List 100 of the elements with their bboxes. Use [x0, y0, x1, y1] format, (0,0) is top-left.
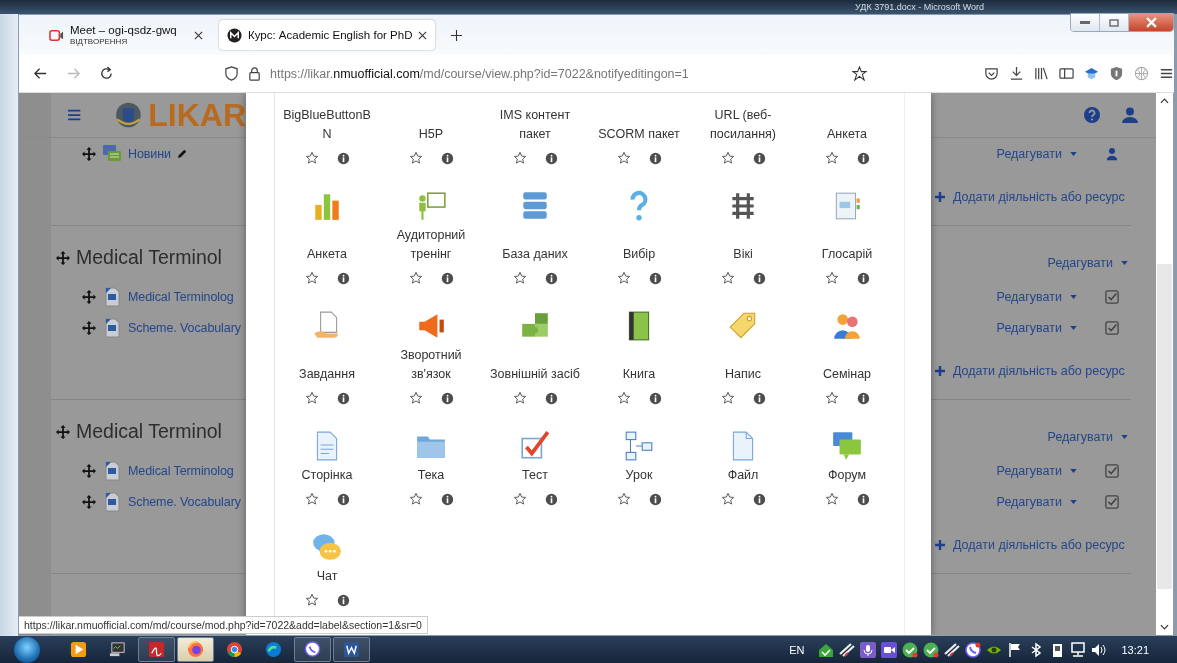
info-icon[interactable]: [752, 391, 766, 405]
person-icon[interactable]: [1105, 146, 1119, 161]
menu-icon[interactable]: [1159, 66, 1174, 81]
activity-type-name[interactable]: Аудиторний тренінг: [381, 222, 481, 264]
info-icon[interactable]: [440, 492, 454, 506]
info-icon[interactable]: [336, 593, 350, 607]
phone-bubble-icon[interactable]: [965, 641, 982, 658]
info-icon[interactable]: [336, 151, 350, 165]
activity-type-name[interactable]: Семінар: [797, 361, 897, 384]
star-icon[interactable]: [408, 271, 423, 285]
star-icon[interactable]: [720, 391, 735, 405]
activity-type-name[interactable]: Тест: [485, 462, 585, 485]
star-icon[interactable]: [512, 151, 527, 165]
cable-icon[interactable]: [944, 641, 961, 658]
info-icon[interactable]: [336, 492, 350, 506]
download-icon[interactable]: [1009, 66, 1024, 81]
info-icon[interactable]: [440, 271, 454, 285]
check-circle-icon[interactable]: [923, 641, 940, 658]
star-icon[interactable]: [824, 391, 839, 405]
scroll-down-icon[interactable]: [1160, 624, 1169, 630]
info-icon[interactable]: [648, 492, 662, 506]
info-icon[interactable]: [856, 151, 870, 165]
activity-type-name[interactable]: Зовнішній засіб: [485, 361, 585, 384]
info-icon[interactable]: [544, 492, 558, 506]
info-icon[interactable]: [544, 151, 558, 165]
info-icon[interactable]: [648, 151, 662, 165]
activity-type-name[interactable]: URL (веб-посилання): [693, 102, 793, 144]
activity-type-name[interactable]: Вибір: [589, 241, 689, 264]
star-icon[interactable]: [824, 492, 839, 506]
help-icon[interactable]: [1084, 107, 1100, 123]
minimize-button[interactable]: [1071, 14, 1100, 31]
browser-tab[interactable]: Курс: Academic English for PhD: [219, 20, 435, 50]
star-icon[interactable]: [616, 271, 631, 285]
activity-type-name[interactable]: Файл: [693, 462, 793, 485]
maximize-button[interactable]: [1100, 14, 1129, 31]
star-icon[interactable]: [304, 492, 319, 506]
info-icon[interactable]: [752, 271, 766, 285]
graduation-cap-icon[interactable]: [1084, 66, 1099, 81]
info-icon[interactable]: [440, 391, 454, 405]
star-icon[interactable]: [304, 151, 319, 165]
checkbox[interactable]: [1105, 320, 1119, 335]
star-icon[interactable]: [616, 151, 631, 165]
check-circle-icon[interactable]: [902, 641, 919, 658]
close-button[interactable]: [1129, 14, 1173, 31]
activity-type-name[interactable]: BigBlueButtonB N: [277, 102, 377, 144]
close-icon[interactable]: [194, 30, 203, 40]
star-icon[interactable]: [616, 492, 631, 506]
move-icon[interactable]: [82, 289, 96, 304]
taskbar-app[interactable]: [138, 637, 175, 662]
browser-tab[interactable]: Meet – ogi-qsdz-gwq ВІДТВОРЕННЯ: [41, 20, 211, 50]
activity-type-name[interactable]: Урок: [589, 462, 689, 485]
activity-type-name[interactable]: Книга: [589, 361, 689, 384]
star-icon[interactable]: [408, 492, 423, 506]
activity-type-name[interactable]: SCORM пакет: [589, 121, 689, 144]
cable-icon[interactable]: [839, 641, 856, 658]
checkbox[interactable]: [1105, 494, 1119, 509]
reload-icon[interactable]: [99, 66, 114, 81]
pocket-icon[interactable]: [984, 66, 999, 81]
pencil-icon[interactable]: [176, 148, 188, 159]
info-icon[interactable]: [336, 271, 350, 285]
info-icon[interactable]: [856, 391, 870, 405]
activity-type-name[interactable]: Завдання: [277, 361, 377, 384]
star-icon[interactable]: [408, 391, 423, 405]
activity-type-name[interactable]: База даних: [485, 241, 585, 264]
info-icon[interactable]: [648, 271, 662, 285]
star-icon[interactable]: [304, 271, 319, 285]
info-icon[interactable]: [440, 151, 454, 165]
checkbox[interactable]: [1105, 463, 1119, 478]
activity-type-name[interactable]: IMS контент пакет: [485, 102, 585, 144]
activity-type-name[interactable]: H5P: [381, 121, 481, 144]
house-icon[interactable]: [818, 641, 835, 658]
activity-type-name[interactable]: Анкета: [797, 121, 897, 144]
taskbar-app[interactable]: [333, 637, 370, 662]
activity-type-name[interactable]: Тека: [381, 462, 481, 485]
info-icon[interactable]: [544, 271, 558, 285]
star-icon[interactable]: [512, 492, 527, 506]
star-icon[interactable]: [512, 271, 527, 285]
info-icon[interactable]: [752, 492, 766, 506]
start-button[interactable]: [14, 636, 40, 663]
info-icon[interactable]: [648, 391, 662, 405]
activity-type-name[interactable]: Глосарій: [797, 241, 897, 264]
user-icon[interactable]: [1122, 107, 1138, 123]
library-icon[interactable]: [1034, 66, 1049, 81]
info-icon[interactable]: [752, 151, 766, 165]
star-icon[interactable]: [304, 593, 319, 607]
checkbox[interactable]: [1105, 289, 1119, 304]
activity-type-name[interactable]: Зворотний зв'язок: [381, 342, 481, 384]
activity-type-name[interactable]: Сторінка: [277, 462, 377, 485]
info-icon[interactable]: [856, 492, 870, 506]
info-icon[interactable]: [856, 271, 870, 285]
shield-lock-icon[interactable]: [1109, 66, 1124, 81]
info-icon[interactable]: [336, 391, 350, 405]
scrollbar-thumb[interactable]: [1157, 264, 1172, 589]
video-camera-icon[interactable]: [881, 641, 898, 658]
star-icon[interactable]: [720, 271, 735, 285]
close-icon[interactable]: [418, 30, 427, 40]
move-icon[interactable]: [82, 494, 96, 509]
star-icon[interactable]: [616, 391, 631, 405]
sidebar-icon[interactable]: [1059, 66, 1074, 81]
back-icon[interactable]: [33, 66, 48, 81]
